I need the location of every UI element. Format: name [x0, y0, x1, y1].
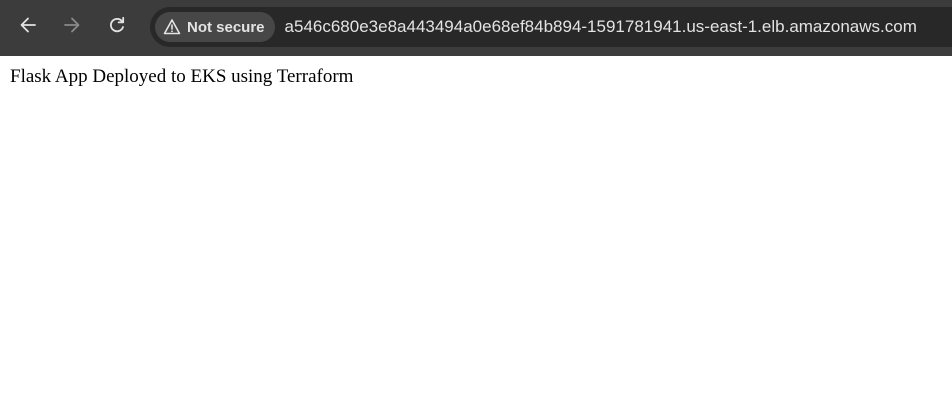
security-indicator[interactable]: Not secure: [155, 12, 275, 42]
arrow-right-icon: [64, 17, 80, 33]
forward-button[interactable]: [54, 7, 90, 43]
page-text: Flask App Deployed to EKS using Terrafor…: [10, 66, 354, 87]
reload-icon: [110, 16, 125, 33]
page-content: Flask App Deployed to EKS using Terrafor…: [0, 56, 952, 98]
browser-toolbar: Not secure a546c680e3e8a443494a0e68ef84b…: [0, 0, 952, 56]
back-button[interactable]: [10, 7, 46, 43]
address-bar[interactable]: Not secure a546c680e3e8a443494a0e68ef84b…: [150, 7, 952, 47]
url-text[interactable]: a546c680e3e8a443494a0e68ef84b894-1591781…: [285, 17, 917, 37]
arrow-left-icon: [20, 17, 36, 33]
warning-triangle-icon: [163, 19, 181, 35]
reload-button[interactable]: [99, 7, 135, 43]
security-label: Not secure: [187, 18, 265, 36]
